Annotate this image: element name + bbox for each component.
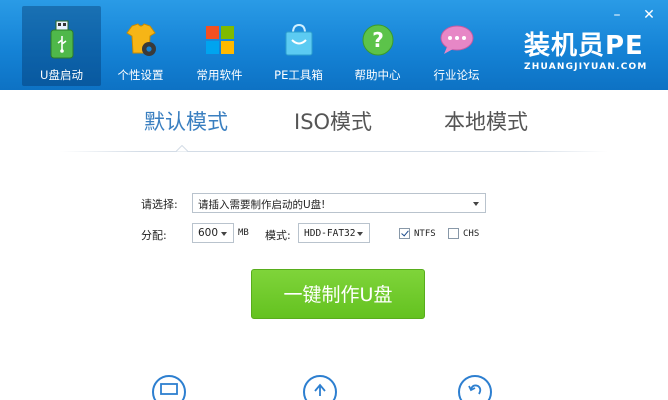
nav-label-pe-toolbox: PE工具箱	[274, 68, 323, 82]
nav-label-personalize: 个性设置	[117, 68, 164, 82]
main-nav: U盘启动 个性设置 常用软件 PE工具箱 ? 帮助中心 行业论坛	[22, 6, 496, 86]
mode-select[interactable]: HDD-FAT32	[298, 223, 370, 243]
nav-label-software: 常用软件	[196, 68, 243, 82]
chevron-down-icon	[357, 232, 363, 236]
help-question-icon: ?	[358, 20, 398, 60]
nav-label-usb-boot: U盘启动	[40, 68, 83, 82]
nav-item-forum[interactable]: 行业论坛	[417, 6, 496, 86]
nav-item-help[interactable]: ? 帮助中心	[338, 6, 417, 86]
brand-logo: 装机员PE ZHUANGJIYUAN.COM	[524, 32, 648, 72]
alloc-size-select[interactable]: 600	[192, 223, 234, 243]
windows-tiles-icon	[200, 20, 240, 60]
nav-label-forum: 行业论坛	[433, 68, 480, 82]
mode-label: 模式:	[265, 229, 291, 242]
device-select-value: 请插入需要制作启动的U盘!	[198, 199, 326, 211]
restore-icon[interactable]	[458, 375, 492, 400]
nav-item-pe-toolbox[interactable]: PE工具箱	[259, 6, 338, 86]
active-tab-pointer	[176, 145, 188, 152]
upload-icon[interactable]	[303, 375, 337, 400]
nav-item-software[interactable]: 常用软件	[180, 6, 259, 86]
ntfs-label: NTFS	[414, 229, 436, 239]
ntfs-checkbox[interactable]	[399, 228, 410, 239]
window-controls: – ✕	[608, 8, 658, 22]
make-usb-button[interactable]: 一键制作U盘	[251, 269, 425, 319]
tab-local-mode[interactable]: 本地模式	[444, 106, 528, 136]
minimize-button[interactable]: –	[608, 8, 626, 22]
brand-name: 装机员PE	[524, 31, 644, 61]
chs-checkbox[interactable]	[448, 228, 459, 239]
mode-tabs: 默认模式 ISO模式 本地模式	[0, 106, 668, 136]
device-select[interactable]: 请插入需要制作启动的U盘!	[192, 193, 486, 213]
alloc-label: 分配:	[141, 229, 167, 242]
alloc-unit: MB	[238, 228, 249, 238]
tab-iso-mode[interactable]: ISO模式	[294, 106, 372, 136]
shirt-gear-icon	[121, 20, 161, 60]
usb-drive-icon	[42, 20, 82, 60]
shopping-bag-icon	[279, 20, 319, 60]
tab-default-mode[interactable]: 默认模式	[144, 106, 228, 136]
monitor-icon[interactable]	[152, 375, 186, 400]
svg-text:?: ?	[372, 28, 384, 52]
alloc-size-value: 600	[198, 227, 219, 239]
chs-label: CHS	[463, 229, 480, 239]
chevron-down-icon	[221, 232, 227, 236]
nav-label-help: 帮助中心	[354, 68, 401, 82]
nav-item-personalize[interactable]: 个性设置	[101, 6, 180, 86]
mode-value: HDD-FAT32	[304, 228, 356, 239]
nav-item-usb-boot[interactable]: U盘启动	[22, 6, 101, 86]
brand-url: ZHUANGJIYUAN.COM	[524, 62, 648, 72]
chat-bubble-icon	[437, 20, 477, 60]
close-button[interactable]: ✕	[640, 8, 658, 22]
header-bar: U盘启动 个性设置 常用软件 PE工具箱 ? 帮助中心 行业论坛 装机员PE Z…	[0, 0, 668, 90]
chevron-down-icon	[473, 202, 479, 206]
device-select-label: 请选择:	[141, 198, 178, 211]
tab-divider	[60, 151, 608, 152]
